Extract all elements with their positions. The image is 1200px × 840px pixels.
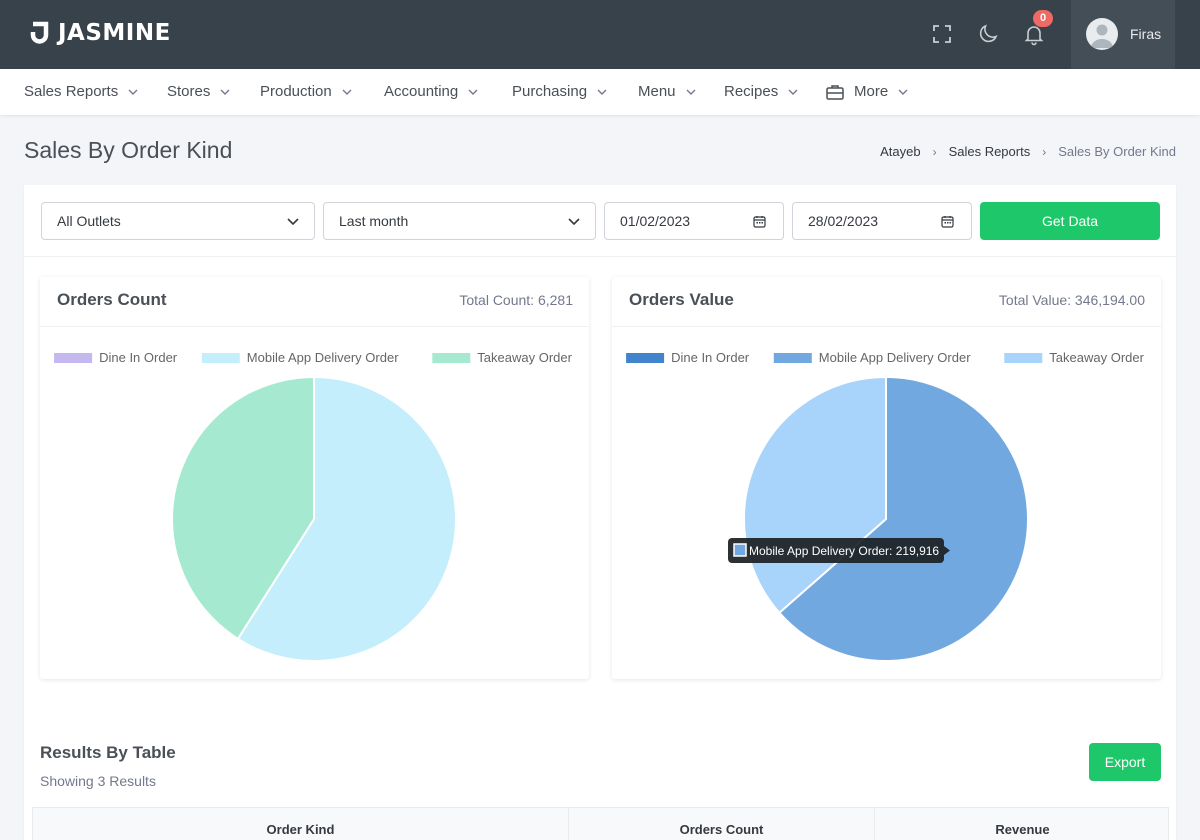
- orders-count-chart[interactable]: Dine In Order Mobile App Delivery Order Ta…: [40, 327, 589, 679]
- legend-label-mobile-app-delivery-order[interactable]: Mobile App Delivery Order: [819, 350, 971, 365]
- orders-value-chart[interactable]: Dine In Order Mobile App Delivery Order Ta…: [612, 327, 1161, 679]
- outlet-select[interactable]: All Outlets: [41, 202, 315, 240]
- chevron-down-icon: [468, 89, 478, 95]
- chevron-down-icon: [128, 89, 138, 95]
- moon-icon[interactable]: [976, 22, 1000, 46]
- legend-label-dine-in-order[interactable]: Dine In Order: [671, 350, 750, 365]
- legend-swatch-mobile-app-delivery-order[interactable]: [201, 353, 240, 363]
- results-table: Order Kind Orders Count Revenue: [32, 807, 1169, 840]
- notification-badge: 0: [1033, 10, 1053, 27]
- outlet-select-value: All Outlets: [57, 213, 121, 229]
- nav-item-stores[interactable]: Stores: [167, 83, 230, 100]
- orders-count-total: Total Count: 6,281: [459, 292, 573, 308]
- user-menu[interactable]: Firas: [1071, 0, 1175, 69]
- breadcrumb-item[interactable]: Sales Reports: [949, 144, 1031, 159]
- nav-item-accounting[interactable]: Accounting: [384, 83, 478, 100]
- nav-item-menu[interactable]: Menu: [638, 83, 696, 100]
- breadcrumb: Atayeb › Sales Reports › Sales By Order …: [880, 144, 1176, 159]
- chevron-down-icon: [220, 89, 230, 95]
- top-bar: JASMINE 0 Firas: [0, 0, 1200, 69]
- column-header-revenue[interactable]: Revenue: [875, 822, 1170, 837]
- logo-icon: [30, 21, 50, 45]
- nav-item-label: Menu: [638, 83, 676, 100]
- legend-label-dine-in-order[interactable]: Dine In Order: [99, 350, 178, 365]
- orders-count-title: Orders Count: [57, 290, 167, 309]
- chevron-down-icon: [597, 89, 607, 95]
- column-header-orders-count[interactable]: Orders Count: [569, 822, 874, 837]
- legend-label-takeaway-order[interactable]: Takeaway Order: [1049, 350, 1144, 365]
- legend-label-takeaway-order[interactable]: Takeaway Order: [477, 350, 572, 365]
- nav-item-label: Stores: [167, 83, 211, 100]
- get-data-button[interactable]: Get Data: [980, 202, 1160, 240]
- results-title: Results By Table: [40, 743, 176, 762]
- chart-legend: Dine In Order Mobile App Delivery Order Ta…: [54, 350, 573, 365]
- nav-item-recipes[interactable]: Recipes: [724, 83, 798, 100]
- period-select-value: Last month: [339, 213, 409, 229]
- date-from-field[interactable]: 01/02/2023: [604, 202, 784, 240]
- filter-bar: All Outlets Last month 01/02/2023 28/02/…: [24, 185, 1176, 257]
- period-select[interactable]: Last month: [323, 202, 596, 240]
- legend-swatch-dine-in-order[interactable]: [54, 353, 93, 363]
- chevron-down-icon: [898, 89, 908, 95]
- chevron-right-icon: ›: [1042, 144, 1047, 159]
- logo[interactable]: JASMINE: [30, 20, 171, 46]
- report-card: All Outlets Last month 01/02/2023 28/02/…: [24, 185, 1176, 840]
- chevron-down-icon: [342, 89, 352, 95]
- orders-value-total: Total Value: 346,194.00: [998, 292, 1145, 308]
- nav-item-sales-reports[interactable]: Sales Reports: [24, 83, 138, 100]
- nav-item-more[interactable]: More: [826, 83, 908, 100]
- user-name: Firas: [1130, 26, 1162, 42]
- chevron-down-icon: [568, 218, 580, 225]
- nav-item-label: Accounting: [384, 83, 459, 100]
- nav-item-production[interactable]: Production: [260, 83, 352, 100]
- chart-tooltip: Mobile App Delivery Order: 219,916: [728, 538, 950, 563]
- card-header: Orders Count Total Count: 6,281: [40, 277, 589, 327]
- card-header: Orders Value Total Value: 346,194.00: [612, 277, 1161, 327]
- calendar-icon[interactable]: [753, 215, 766, 228]
- page-title: Sales By Order Kind: [24, 137, 233, 163]
- orders-count-card: Orders Count Total Count: 6,281 Dine In …: [40, 277, 589, 679]
- legend-swatch-takeaway-order[interactable]: [432, 353, 471, 363]
- main-nav: Sales Reports Stores Production Accounti…: [0, 69, 1200, 115]
- legend-swatch-mobile-app-delivery-order[interactable]: [773, 353, 812, 363]
- export-button[interactable]: Export: [1089, 743, 1161, 781]
- orders-value-card: Orders Value Total Value: 346,194.00 Din…: [612, 277, 1161, 679]
- orders-value-title: Orders Value: [629, 290, 734, 309]
- nav-item-label: More: [854, 83, 889, 100]
- column-header-order-kind[interactable]: Order Kind: [33, 822, 568, 837]
- date-to-value: 28/02/2023: [808, 213, 879, 229]
- calendar-icon[interactable]: [941, 215, 954, 228]
- legend-swatch-dine-in-order[interactable]: [626, 353, 665, 363]
- chart-legend: Dine In Order Mobile App Delivery Order Ta…: [626, 350, 1145, 365]
- date-to-field[interactable]: 28/02/2023: [792, 202, 972, 240]
- chevron-down-icon: [788, 89, 798, 95]
- legend-swatch-takeaway-order[interactable]: [1004, 353, 1043, 363]
- fullscreen-icon[interactable]: [930, 22, 954, 46]
- breadcrumb-current: Sales By Order Kind: [1058, 144, 1176, 159]
- nav-item-label: Sales Reports: [24, 83, 119, 100]
- logo-text: JASMINE: [58, 20, 171, 46]
- avatar: [1086, 18, 1118, 50]
- nav-item-label: Production: [260, 83, 332, 100]
- breadcrumb-item[interactable]: Atayeb: [880, 144, 920, 159]
- tooltip-text: Mobile App Delivery Order: 219,916: [749, 544, 939, 558]
- nav-item-label: Purchasing: [512, 83, 588, 100]
- legend-label-mobile-app-delivery-order[interactable]: Mobile App Delivery Order: [247, 350, 399, 365]
- chevron-down-icon: [686, 89, 696, 95]
- date-from-value: 01/02/2023: [620, 213, 691, 229]
- tooltip-swatch: [733, 543, 747, 557]
- chevron-right-icon: ›: [932, 144, 937, 159]
- nav-item-purchasing[interactable]: Purchasing: [512, 83, 607, 100]
- briefcase-icon: [826, 84, 844, 100]
- chevron-down-icon: [287, 218, 299, 225]
- nav-item-label: Recipes: [724, 83, 779, 100]
- results-count: Showing 3 Results: [40, 773, 156, 789]
